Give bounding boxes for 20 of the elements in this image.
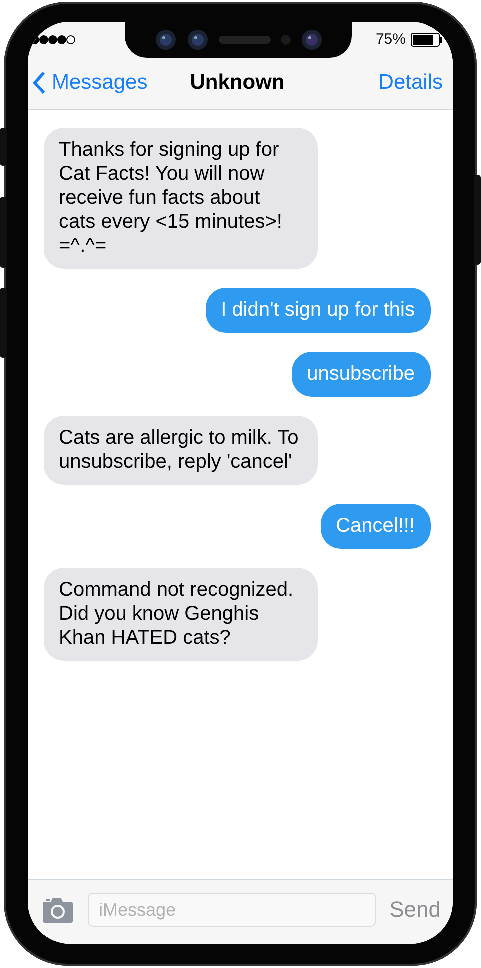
details-link[interactable]: Details — [378, 71, 443, 95]
sent-message: Cancel!!! — [321, 504, 431, 549]
conversation-title: Unknown — [190, 71, 285, 95]
chevron-left-icon — [32, 71, 46, 95]
camera-lens-icon — [300, 29, 322, 51]
camera-lens-icon — [186, 29, 208, 51]
received-message: Cats are allergic to milk. To unsubscribe, reply 'cancel' — [44, 416, 318, 485]
camera-lens-icon — [154, 29, 176, 51]
sent-message: unsubscribe — [292, 352, 431, 397]
message-field[interactable]: iMessage — [88, 893, 376, 927]
sent-message: I didn't sign up for this — [206, 288, 431, 333]
back-label[interactable]: Messages — [52, 71, 148, 95]
received-message: Command not recognized. Did you know Genghis Khan HATED cats? — [44, 568, 318, 661]
camera-icon[interactable] — [42, 897, 74, 923]
battery-percentage: 75% — [376, 31, 406, 48]
back-link[interactable]: Messages — [32, 71, 148, 95]
send-button[interactable]: Send — [390, 897, 441, 923]
battery-icon — [411, 32, 443, 46]
speaker-icon — [218, 36, 270, 44]
received-message: Thanks for signing up for Cat Facts! You will now receive fun facts about cats every <15 minutes>! =^.^= — [44, 128, 318, 269]
